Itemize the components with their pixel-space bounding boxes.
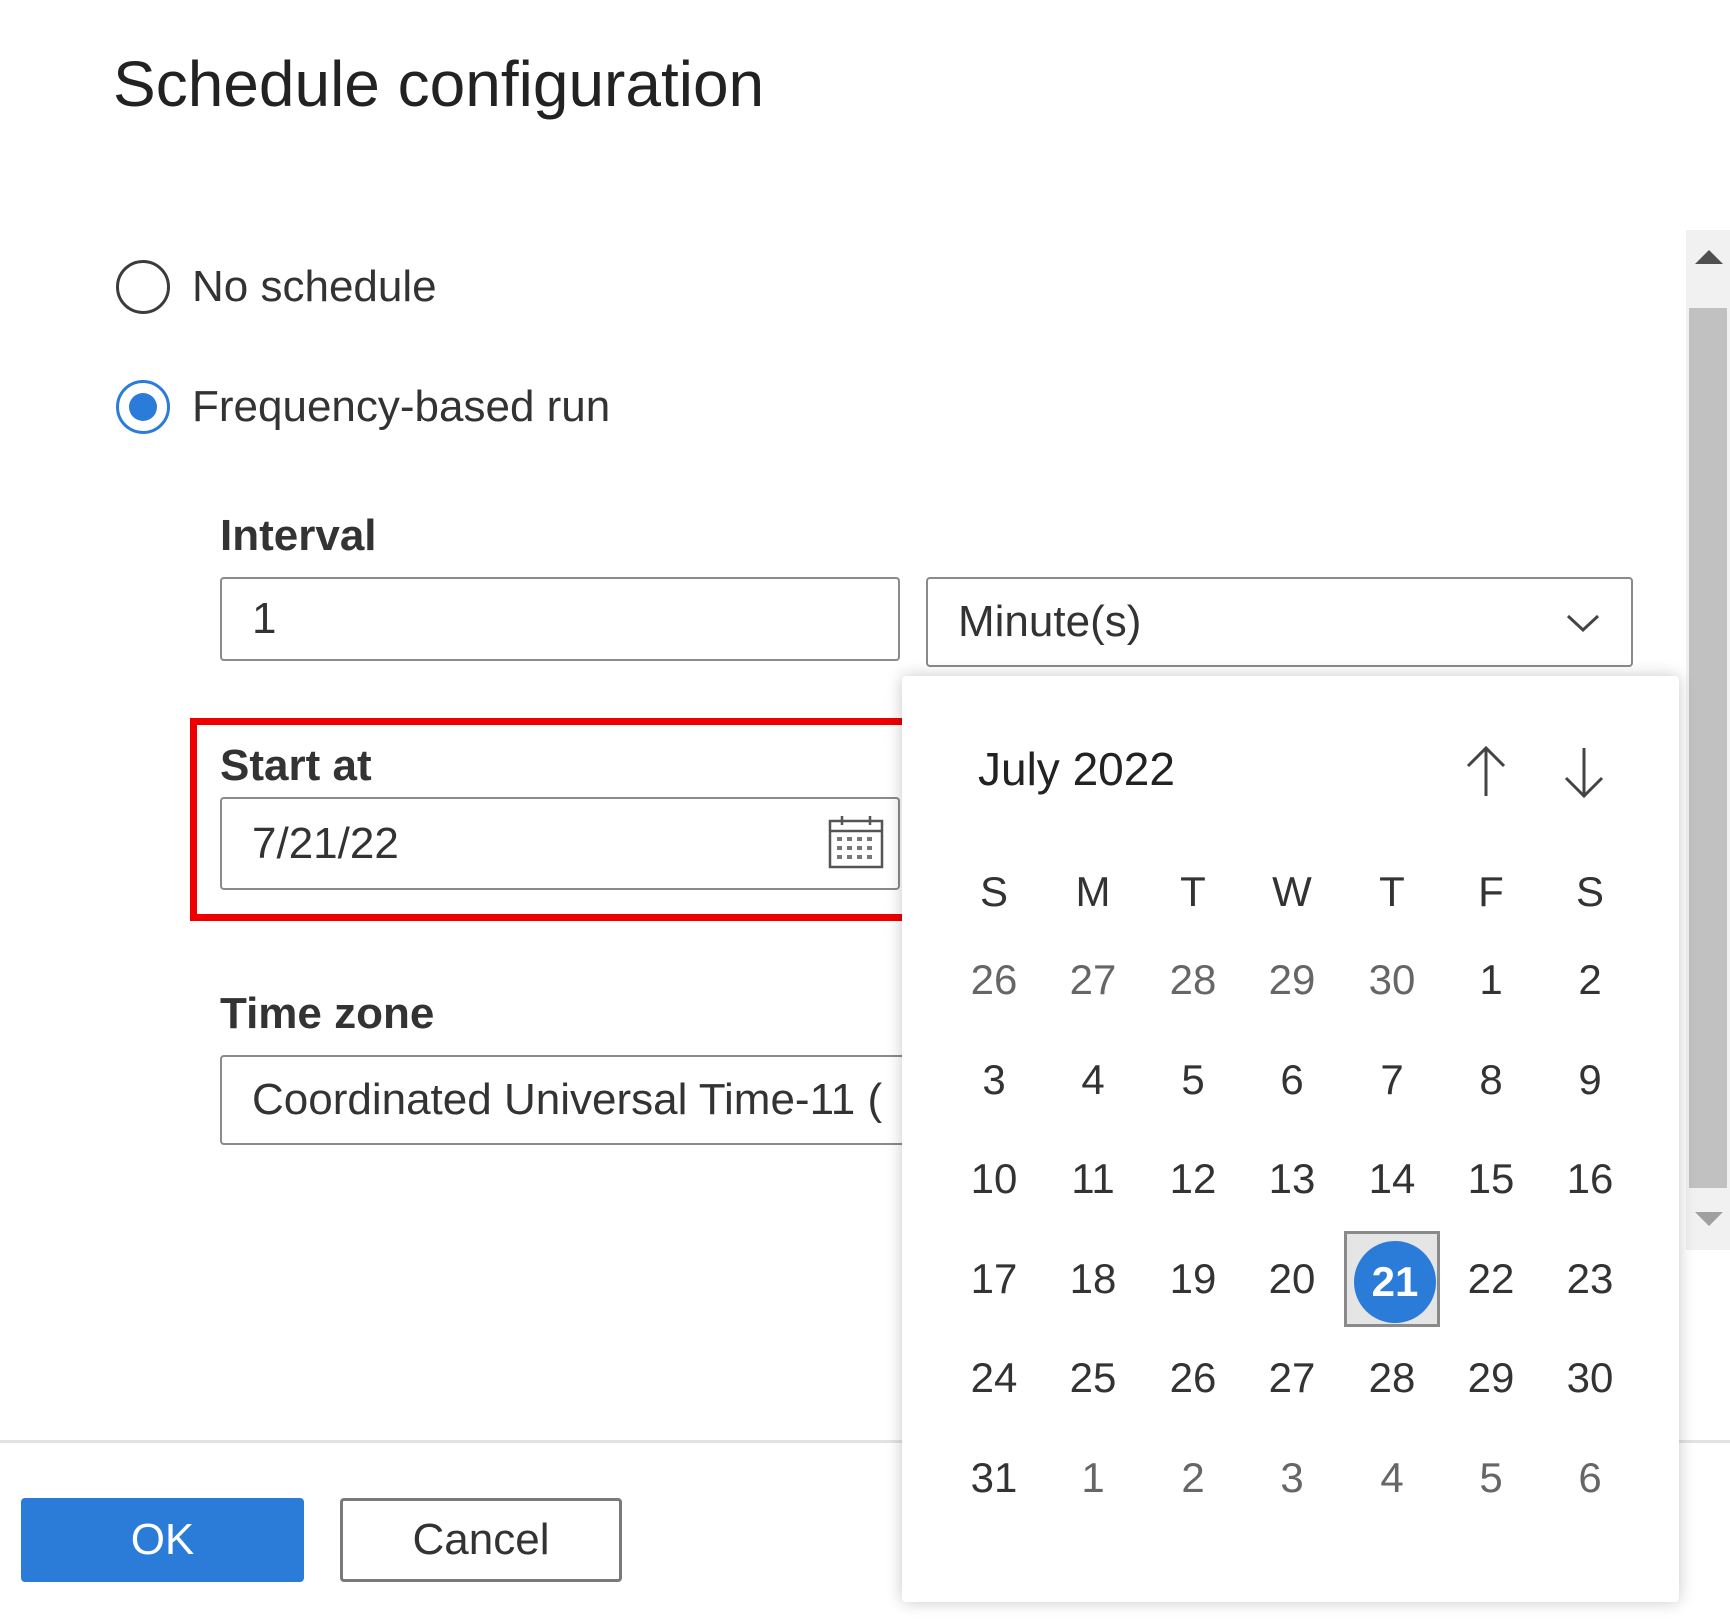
calendar-day[interactable]: 3	[1252, 1438, 1332, 1518]
calendar-day[interactable]: 6	[1550, 1438, 1630, 1518]
calendar-day[interactable]: 2	[1153, 1438, 1233, 1518]
weekday-label: W	[1272, 868, 1312, 915]
calendar-day[interactable]: 6	[1252, 1040, 1332, 1120]
calendar-day[interactable]: 31	[954, 1438, 1034, 1518]
date-picker-popup: July 2022 SMTWTFS 26 27 28 29 30 1 2 3 4 5 6 7 8 9 10 1…	[902, 676, 1679, 1602]
calendar-day[interactable]: 2	[1550, 940, 1630, 1020]
calendar-day[interactable]: 20	[1252, 1239, 1332, 1319]
weekday-label: S	[1575, 868, 1604, 915]
dialog-title: Schedule configuration	[113, 48, 765, 120]
interval-input[interactable]: 1	[220, 577, 900, 661]
scroll-down-arrow-icon[interactable]	[1695, 1212, 1723, 1226]
interval-value: 1	[252, 594, 277, 643]
calendar-day[interactable]: 23	[1550, 1239, 1630, 1319]
calendar-day[interactable]: 19	[1153, 1239, 1233, 1319]
chevron-down-icon	[1566, 614, 1600, 633]
weekday-label: T	[1180, 868, 1206, 915]
radio-circle-checked[interactable]	[116, 380, 170, 434]
calendar-day[interactable]: 4	[1053, 1040, 1133, 1120]
start-at-date-input[interactable]: 7/21/22	[220, 797, 900, 890]
radio-label-no-schedule: No schedule	[192, 262, 437, 311]
calendar-day[interactable]: 26	[954, 940, 1034, 1020]
calendar-day[interactable]: 14	[1352, 1139, 1432, 1219]
calendar-day[interactable]: 3	[954, 1040, 1034, 1120]
calendar-day[interactable]: 1	[1053, 1438, 1133, 1518]
radio-no-schedule[interactable]: No schedule	[116, 252, 437, 322]
calendar-day[interactable]: 13	[1252, 1139, 1332, 1219]
calendar-day[interactable]: 1	[1451, 940, 1531, 1020]
calendar-day[interactable]: 8	[1451, 1040, 1531, 1120]
weekday-label: S	[979, 868, 1008, 915]
calendar-day[interactable]: 4	[1352, 1438, 1432, 1518]
calendar-day[interactable]: 15	[1451, 1139, 1531, 1219]
radio-circle[interactable]	[116, 260, 170, 314]
weekday-label: F	[1478, 868, 1504, 915]
calendar-day[interactable]: 28	[1352, 1338, 1432, 1418]
calendar-day[interactable]: 29	[1252, 940, 1332, 1020]
time-zone-label: Time zone	[220, 989, 435, 1038]
interval-label: Interval	[220, 511, 377, 560]
calendar-day[interactable]: 30	[1352, 940, 1432, 1020]
calendar-day-selected[interactable]: 21	[1344, 1230, 1440, 1327]
calendar-day[interactable]: 28	[1153, 940, 1233, 1020]
interval-unit-dropdown[interactable]: Minute(s)	[926, 577, 1633, 667]
calendar-day[interactable]: 22	[1451, 1239, 1531, 1319]
radio-label-frequency: Frequency-based run	[192, 382, 611, 431]
previous-month-arrow-icon[interactable]	[1456, 742, 1516, 802]
calendar-day[interactable]: 29	[1451, 1338, 1531, 1418]
calendar-day[interactable]: 27	[1053, 940, 1133, 1020]
weekday-label: M	[1075, 868, 1111, 915]
scrollbar-thumb[interactable]	[1689, 308, 1727, 1188]
scroll-up-arrow-icon[interactable]	[1695, 250, 1723, 264]
time-zone-value: Coordinated Universal Time-11 (	[252, 1075, 883, 1124]
radio-frequency-based-run[interactable]: Frequency-based run	[116, 372, 610, 442]
interval-unit-value: Minute(s)	[958, 597, 1142, 646]
selected-day-number: 21	[1354, 1240, 1436, 1323]
start-at-value: 7/21/22	[252, 818, 399, 868]
calendar-day[interactable]: 25	[1053, 1338, 1133, 1418]
calendar-day[interactable]: 30	[1550, 1338, 1630, 1418]
calendar-day[interactable]: 26	[1153, 1338, 1233, 1418]
calendar-day[interactable]: 5	[1153, 1040, 1233, 1120]
calendar-icon[interactable]	[828, 815, 884, 869]
weekday-label: T	[1379, 868, 1405, 915]
calendar-day[interactable]: 27	[1252, 1338, 1332, 1418]
ok-button[interactable]: OK	[21, 1498, 304, 1582]
calendar-day[interactable]: 7	[1352, 1040, 1432, 1120]
calendar-day[interactable]: 18	[1053, 1239, 1133, 1319]
start-at-label: Start at	[220, 741, 372, 790]
calendar-day[interactable]: 11	[1053, 1139, 1133, 1219]
calendar-day[interactable]: 17	[954, 1239, 1034, 1319]
time-zone-dropdown[interactable]: Coordinated Universal Time-11 (	[220, 1055, 920, 1145]
calendar-day[interactable]: 16	[1550, 1139, 1630, 1219]
next-month-arrow-icon[interactable]	[1554, 742, 1614, 802]
calendar-day[interactable]: 5	[1451, 1438, 1531, 1518]
calendar-month-label[interactable]: July 2022	[978, 742, 1175, 796]
cancel-button[interactable]: Cancel	[340, 1498, 622, 1582]
calendar-day[interactable]: 12	[1153, 1139, 1233, 1219]
calendar-day[interactable]: 10	[954, 1139, 1034, 1219]
calendar-day[interactable]: 24	[954, 1338, 1034, 1418]
calendar-day[interactable]: 9	[1550, 1040, 1630, 1120]
